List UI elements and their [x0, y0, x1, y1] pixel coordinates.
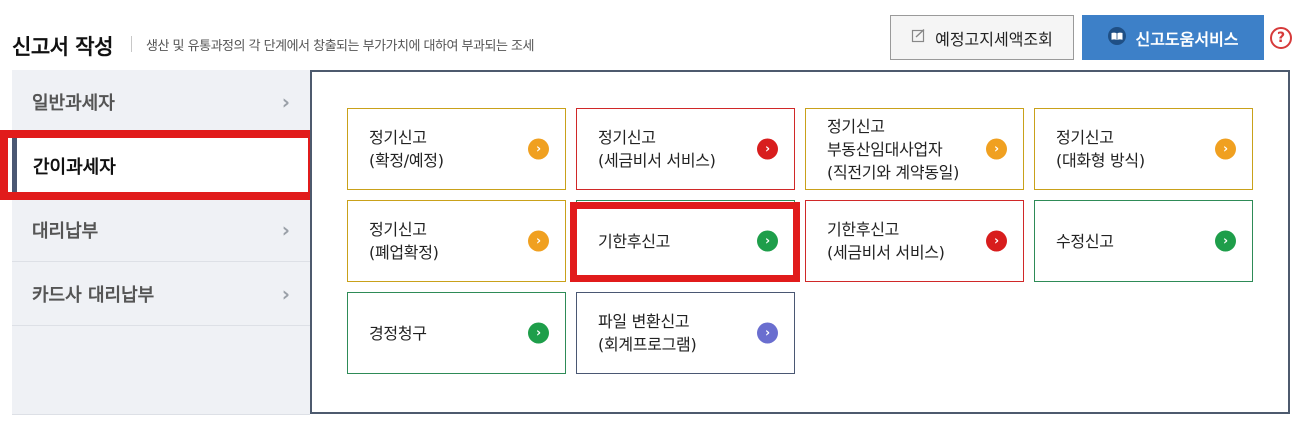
card-amended-filing[interactable]: 수정신고 ›	[1034, 200, 1253, 282]
title-divider	[131, 36, 132, 52]
sidebar-item-card-company-proxy-payment[interactable]: 카드사 대리납부 ›	[12, 262, 310, 326]
sidebar-item-label: 대리납부	[32, 220, 99, 242]
card-correction-claim[interactable]: 경정청구 ›	[347, 292, 566, 374]
card-label: 경정청구	[369, 323, 427, 343]
card-label: 기한후신고	[598, 231, 671, 251]
arrow-right-icon: ›	[986, 138, 1007, 160]
lookup-scheduled-tax-button[interactable]: 예정고지세액조회	[890, 15, 1074, 60]
page-title: 신고서 작성	[12, 35, 113, 59]
card-file-conversion-filing[interactable]: 파일 변환신고 (회계프로그램) ›	[576, 292, 795, 374]
card-label: 기한후신고 (세금비서 서비스)	[827, 220, 945, 262]
card-label: 수정신고	[1056, 231, 1114, 251]
checkbox-edit-icon	[911, 28, 927, 48]
lookup-button-label: 예정고지세액조회	[935, 29, 1053, 49]
card-label: 정기신고 부동산임대사업자 (직전기와 계약동일)	[827, 116, 960, 182]
help-service-button-label: 신고도움서비스	[1135, 29, 1239, 49]
arrow-right-icon: ›	[1215, 230, 1236, 252]
card-label: 정기신고 (확정/예정)	[369, 128, 444, 170]
card-label: 정기신고 (폐업확정)	[369, 220, 439, 262]
sidebar-item-label: 카드사 대리납부	[32, 284, 155, 306]
chevron-right-icon: ›	[281, 89, 290, 114]
card-label: 정기신고 (대화형 방식)	[1056, 128, 1145, 170]
chevron-right-icon: ›	[281, 217, 290, 242]
page-header: 신고서 작성 생산 및 유통과정의 각 단계에서 창출되는 부가가치에 대하여 …	[0, 0, 1315, 70]
arrow-right-icon: ›	[1215, 138, 1236, 160]
sidebar-item-simplified-taxpayer[interactable]: 간이과세자 ›	[12, 134, 310, 198]
card-regular-filing-real-estate-lease[interactable]: 정기신고 부동산임대사업자 (직전기와 계약동일) ›	[805, 108, 1024, 190]
taxpayer-type-sidebar: 일반과세자 › 간이과세자 › 대리납부 › 카드사 대리납부 ›	[12, 70, 310, 414]
help-question-icon[interactable]: ?	[1270, 27, 1292, 49]
arrow-right-icon: ›	[757, 138, 778, 160]
arrow-right-icon: ›	[528, 322, 549, 344]
card-regular-filing-business-closure[interactable]: 정기신고 (폐업확정) ›	[347, 200, 566, 282]
filing-help-service-button[interactable]: 신고도움서비스	[1082, 15, 1264, 60]
sidebar-item-proxy-payment[interactable]: 대리납부 ›	[12, 198, 310, 262]
card-regular-filing-tax-secretary[interactable]: 정기신고 (세금비서 서비스) ›	[576, 108, 795, 190]
sidebar-bottom-divider	[12, 414, 310, 415]
card-regular-filing-final[interactable]: 정기신고 (확정/예정) ›	[347, 108, 566, 190]
card-late-filing-tax-secretary[interactable]: 기한후신고 (세금비서 서비스) ›	[805, 200, 1024, 282]
arrow-right-icon: ›	[528, 230, 549, 252]
card-label: 정기신고 (세금비서 서비스)	[598, 128, 716, 170]
arrow-right-icon: ›	[986, 230, 1007, 252]
sidebar-item-label: 일반과세자	[32, 92, 115, 114]
card-late-filing[interactable]: 기한후신고 ›	[576, 200, 795, 282]
card-regular-filing-interactive[interactable]: 정기신고 (대화형 방식) ›	[1034, 108, 1253, 190]
arrow-right-icon: ›	[757, 322, 778, 344]
sidebar-item-label: 간이과세자	[33, 156, 116, 178]
arrow-right-icon: ›	[528, 138, 549, 160]
chevron-right-icon: ›	[281, 281, 290, 306]
book-icon	[1107, 26, 1127, 49]
sidebar-item-general-taxpayer[interactable]: 일반과세자 ›	[12, 70, 310, 134]
arrow-right-icon: ›	[757, 230, 778, 252]
card-label: 파일 변환신고 (회계프로그램)	[598, 312, 697, 354]
page-description: 생산 및 유통과정의 각 단계에서 창출되는 부가가치에 대하여 부과되는 조세	[146, 39, 534, 54]
